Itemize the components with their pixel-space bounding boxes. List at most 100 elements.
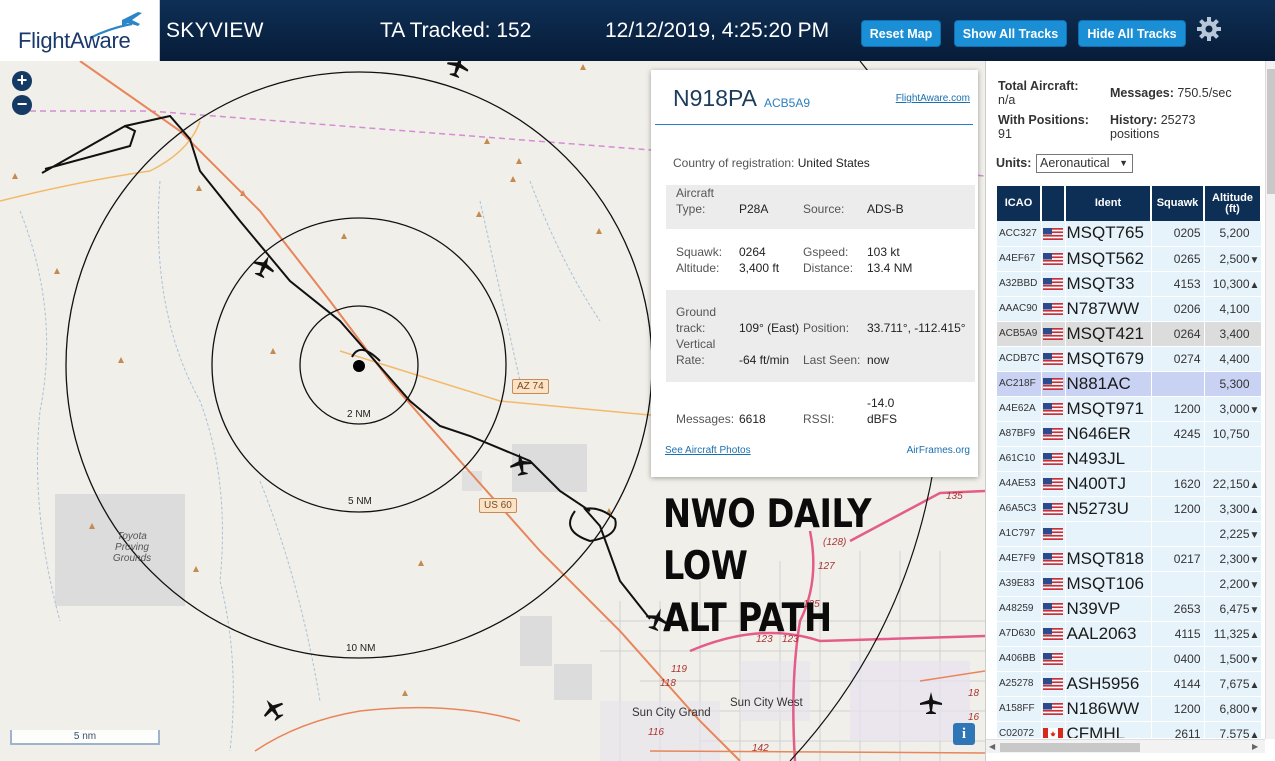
scroll-left-icon[interactable]: ◀ [989, 742, 995, 751]
altitude-trend-icon: ▲ [1249, 279, 1260, 291]
row-ident: N787WW [1065, 296, 1152, 322]
road-number: 118 [660, 678, 676, 689]
row-flag [1041, 521, 1066, 547]
reset-map-button[interactable]: Reset Map [861, 20, 941, 47]
road-number: 116 [648, 727, 664, 738]
row-squawk: 1200 [1151, 396, 1205, 422]
aircraft-table-container[interactable]: ICAO Ident Squawk Altitude (ft) ACC327 MS… [997, 186, 1261, 738]
zoom-out-button[interactable]: − [12, 95, 32, 115]
row-flag [1041, 496, 1066, 522]
table-row[interactable]: A1C797 2,225▼ [997, 521, 1261, 547]
with-positions-value: 91 [998, 127, 1012, 141]
row-icao: A4AE53 [997, 471, 1042, 497]
hide-all-tracks-button[interactable]: Hide All Tracks [1078, 20, 1186, 47]
flightaware-logo[interactable]: FlightAware [0, 0, 160, 61]
table-row[interactable]: A4AE53 N400TJ 1620 22,150▲ [997, 471, 1261, 497]
row-altitude-value: 22,150 [1212, 476, 1250, 491]
table-row[interactable]: A32BBD MSQT33 4153 10,300▲ [997, 271, 1261, 297]
table-row[interactable]: A7D630 AAL2063 4115 11,325▲ [997, 621, 1261, 647]
row-ident: MSQT765 [1065, 221, 1152, 247]
col-squawk[interactable]: Squawk [1151, 186, 1205, 221]
road-label-az74: AZ 74 [512, 379, 549, 394]
col-flag[interactable] [1041, 186, 1066, 221]
table-row[interactable]: ACC327 MSQT765 0205 5,200 [997, 221, 1261, 247]
horizontal-scrollbar[interactable]: ◀ ▶ [986, 739, 1265, 753]
scrollbar-thumb[interactable] [1267, 69, 1275, 194]
table-row[interactable]: A4E7F9 MSQT818 0217 2,300▼ [997, 546, 1261, 572]
table-row[interactable]: A6A5C3 N5273U 1200 3,300▲ [997, 496, 1261, 522]
row-flag [1041, 421, 1066, 447]
airframes-link[interactable]: AirFrames.org [907, 445, 970, 456]
annotation-overlay: NWO DAILY LOW ALT PATH [663, 489, 940, 645]
app-title: SKYVIEW [166, 19, 264, 42]
place-sun-city-west: Sun City West [730, 697, 803, 709]
table-row[interactable]: A25278 ASH5956 4144 7,675▲ [997, 671, 1261, 697]
row-flag [1041, 321, 1066, 347]
row-flag [1041, 271, 1066, 297]
show-all-tracks-button[interactable]: Show All Tracks [954, 20, 1067, 47]
row-flag [1041, 246, 1066, 272]
squawk-label: Squawk: [676, 245, 723, 259]
row-altitude-value: 6,800 [1219, 701, 1250, 716]
table-row[interactable]: A4EF67 MSQT562 0265 2,500▼ [997, 246, 1261, 272]
col-icao[interactable]: ICAO [997, 186, 1042, 221]
gear-icon[interactable] [1196, 16, 1222, 42]
row-flag [1041, 696, 1066, 722]
flightaware-link[interactable]: FlightAware.com [896, 93, 970, 104]
us-flag-icon [1042, 278, 1063, 291]
popup-hex-link[interactable]: ACB5A9 [764, 96, 810, 110]
col-ident[interactable]: Ident [1065, 186, 1152, 221]
total-aircraft-stat: Total Aircraft: n/a [998, 79, 1079, 107]
position-label: Position: [803, 321, 850, 335]
units-select[interactable]: Aeronautical ▼ [1036, 154, 1133, 173]
row-ident: N186WW [1065, 696, 1152, 722]
zoom-in-button[interactable]: + [12, 71, 32, 91]
col-altitude[interactable]: Altitude (ft) [1204, 186, 1261, 221]
table-row[interactable]: A61C10 N493JL [997, 446, 1261, 472]
altitude-trend-icon: ▼ [1249, 654, 1260, 666]
table-row[interactable]: A158FF N186WW 1200 6,800▼ [997, 696, 1261, 722]
position-value: 33.711°, -112.415° [867, 321, 966, 335]
rssi-label: RSSI: [803, 412, 835, 426]
last-seen-label: Last Seen: [803, 353, 861, 367]
row-icao: A4E7F9 [997, 546, 1042, 572]
row-altitude: 6,475▼ [1204, 596, 1261, 622]
table-row[interactable]: C02072 CFMHL 2611 7,575▲ [997, 721, 1261, 738]
row-ident: MSQT971 [1065, 396, 1152, 422]
road-number: 18 [968, 688, 980, 699]
row-squawk: 4144 [1151, 671, 1205, 697]
row-altitude-value: 2,200 [1219, 576, 1250, 591]
table-row[interactable]: A39E83 MSQT106 2,200▼ [997, 571, 1261, 597]
row-ident: N5273U [1065, 496, 1152, 522]
table-row[interactable]: A4E62A MSQT971 1200 3,000▼ [997, 396, 1261, 422]
info-button[interactable]: i [953, 723, 975, 745]
scrollbar-thumb[interactable] [1000, 743, 1140, 752]
row-icao: A158FF [997, 696, 1042, 722]
table-row[interactable]: ACDB7C MSQT679 0274 4,400 [997, 346, 1261, 372]
table-row[interactable]: ACB5A9 MSQT421 0264 3,400 [997, 321, 1261, 347]
units-label: Units: [996, 156, 1032, 170]
table-row[interactable]: AC218F N881AC 5,300 [997, 371, 1261, 397]
scale-bar: 5 nm [10, 730, 160, 745]
aircraft-sidebar: Total Aircraft: n/a Messages: 750.5/sec … [985, 61, 1275, 761]
row-flag [1041, 446, 1066, 472]
row-icao: A39E83 [997, 571, 1042, 597]
aircraft-type-group: Aircraft Type: P28A Source: ADS-B [666, 185, 975, 229]
row-flag [1041, 546, 1066, 572]
row-squawk: 0274 [1151, 346, 1205, 372]
table-row[interactable]: AAAC90 N787WW 0206 4,100 [997, 296, 1261, 322]
see-aircraft-photos-link[interactable]: See Aircraft Photos [665, 445, 751, 456]
table-row[interactable]: A87BF9 N646ER 4245 10,750 [997, 421, 1261, 447]
table-row[interactable]: A48259 N39VP 2653 6,475▼ [997, 596, 1261, 622]
row-altitude-value: 3,400 [1219, 326, 1250, 341]
canada-flag-icon [1042, 728, 1063, 738]
us-flag-icon [1042, 303, 1063, 316]
vertical-scrollbar[interactable] [1265, 61, 1275, 739]
vertical-rate-label: Vertical Rate: [676, 337, 716, 367]
row-ident: N646ER [1065, 421, 1152, 447]
table-row[interactable]: A406BB 0400 1,500▼ [997, 646, 1261, 672]
annotation-line-1: NWO DAILY LOW [663, 492, 872, 589]
row-altitude-value: 7,675 [1219, 676, 1250, 691]
row-altitude-value: 2,225 [1219, 526, 1250, 541]
scroll-right-icon[interactable]: ▶ [1252, 742, 1258, 751]
